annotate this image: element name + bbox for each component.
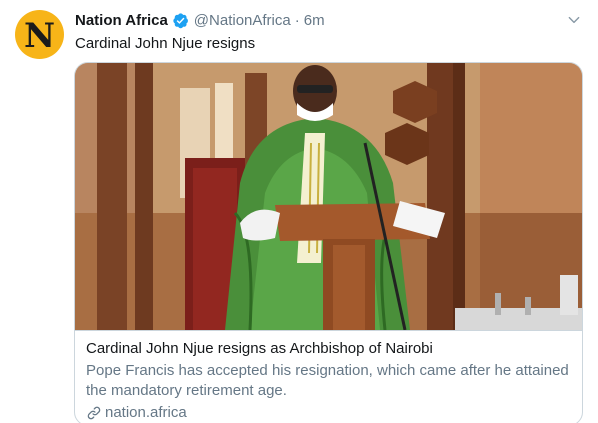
chevron-down-icon — [568, 16, 580, 24]
verified-badge-icon — [173, 13, 188, 29]
link-card[interactable]: Cardinal John Njue resigns as Archbishop… — [74, 62, 583, 423]
display-name[interactable]: Nation Africa — [75, 12, 168, 29]
card-title[interactable]: Cardinal John Njue resigns as Archbishop… — [86, 339, 574, 359]
card-image[interactable] — [75, 63, 583, 330]
timestamp[interactable]: 6m — [304, 12, 325, 29]
card-description: Pope Francis has accepted his resignatio… — [86, 362, 569, 399]
separator-dot: · — [294, 12, 300, 29]
more-options-button[interactable] — [564, 10, 584, 30]
tweet-text: Cardinal John Njue resigns — [75, 35, 256, 52]
card-domain-text[interactable]: nation.africa — [105, 403, 187, 423]
avatar-letter: N — [23, 15, 56, 56]
link-icon — [87, 406, 101, 420]
user-handle[interactable]: @NationAfrica — [194, 12, 291, 29]
card-text[interactable]: Cardinal John Njue resigns as Archbishop… — [75, 330, 582, 423]
tweet-header: Nation Africa @NationAfrica · 6m — [75, 12, 325, 29]
card-domain[interactable]: nation.africa — [86, 403, 574, 423]
avatar[interactable]: N — [15, 10, 64, 59]
